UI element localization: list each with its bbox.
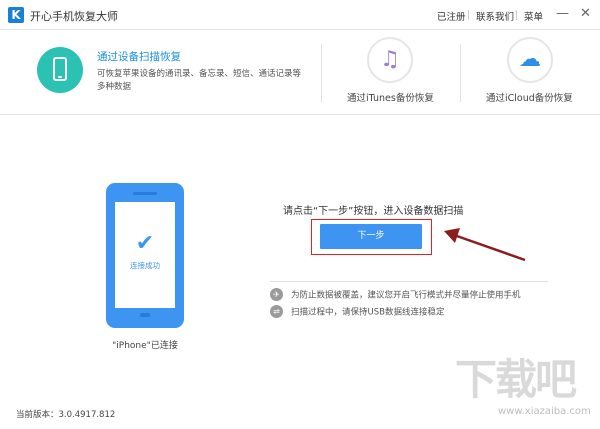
divider — [321, 44, 322, 102]
music-note-icon: ♫ — [380, 47, 400, 72]
phone-screen: ✔ 连接成功 — [115, 202, 175, 308]
next-step-button[interactable]: 下一步 — [320, 224, 422, 249]
mode-device-scan-title: 通过设备扫描恢复 — [97, 51, 181, 63]
registered-link[interactable]: 已注册 — [437, 9, 466, 23]
highlight-box: 下一步 — [311, 219, 432, 255]
mode-device-scan[interactable]: 通过设备扫描恢复 可恢复苹果设备的通讯录、备忘录、短信、通话记录等多种数据 — [0, 30, 320, 115]
phone-outline — [53, 57, 67, 81]
usb-icon: ⇌ — [270, 305, 283, 318]
device-illustration: ✔ 连接成功 — [106, 183, 184, 328]
tip-text: 扫描过程中，请保持USB数据线连接稳定 — [291, 307, 445, 318]
app-logo-icon: K — [8, 7, 24, 23]
contact-us-link[interactable]: 联系我们 — [476, 9, 514, 23]
mode-icloud-button[interactable]: ☁ — [507, 37, 553, 83]
mode-itunes-label[interactable]: 通过iTunes备份恢复 — [347, 90, 434, 104]
title-bar: K 开心手机恢复大师 已注册 联系我们 菜单 — ✕ — [0, 0, 600, 30]
divider — [516, 10, 517, 20]
divider — [460, 44, 461, 102]
app-title: 开心手机恢复大师 — [30, 10, 118, 23]
annotation-arrow-icon — [444, 228, 526, 262]
checkmark-icon: ✔ — [135, 231, 155, 256]
menu-button[interactable]: 菜单 — [524, 9, 543, 23]
version-label: 当前版本：3.0.4917.812 — [16, 410, 116, 420]
close-button[interactable]: ✕ — [580, 6, 591, 22]
mode-icloud-label[interactable]: 通过iCloud备份恢复 — [486, 90, 573, 104]
mode-itunes-button[interactable]: ♫ — [367, 37, 413, 83]
phone-icon — [37, 47, 83, 93]
device-connected-label: "iPhone"已连接 — [112, 341, 178, 351]
divider — [468, 10, 469, 20]
tip-usb-connection: ⇌ 扫描过程中，请保持USB数据线连接稳定 — [270, 305, 444, 318]
phone-home-button — [140, 313, 150, 317]
tip-text: 为防止数据被覆盖，建议您开启飞行模式并尽量停止使用手机 — [291, 290, 521, 301]
airplane-icon: ✈ — [270, 288, 283, 301]
divider — [270, 281, 548, 282]
mode-device-scan-description: 可恢复苹果设备的通讯录、备忘录、短信、通话记录等多种数据 — [97, 69, 302, 92]
phone-speaker — [133, 192, 157, 195]
scan-prompt: 请点击“下一步”按钮，进入设备数据扫描 — [283, 206, 464, 217]
recovery-mode-bar: 通过设备扫描恢复 可恢复苹果设备的通讯录、备忘录、短信、通话记录等多种数据 ♫ … — [0, 30, 600, 115]
watermark-url: www.xiazaiba.com — [498, 406, 591, 417]
minimize-button[interactable]: — — [556, 6, 569, 22]
tip-airplane-mode: ✈ 为防止数据被覆盖，建议您开启飞行模式并尽量停止使用手机 — [270, 288, 521, 301]
watermark-logo: 下载吧 — [455, 355, 577, 404]
cloud-icon: ☁ — [519, 47, 541, 72]
connection-status: 连接成功 — [130, 261, 160, 270]
